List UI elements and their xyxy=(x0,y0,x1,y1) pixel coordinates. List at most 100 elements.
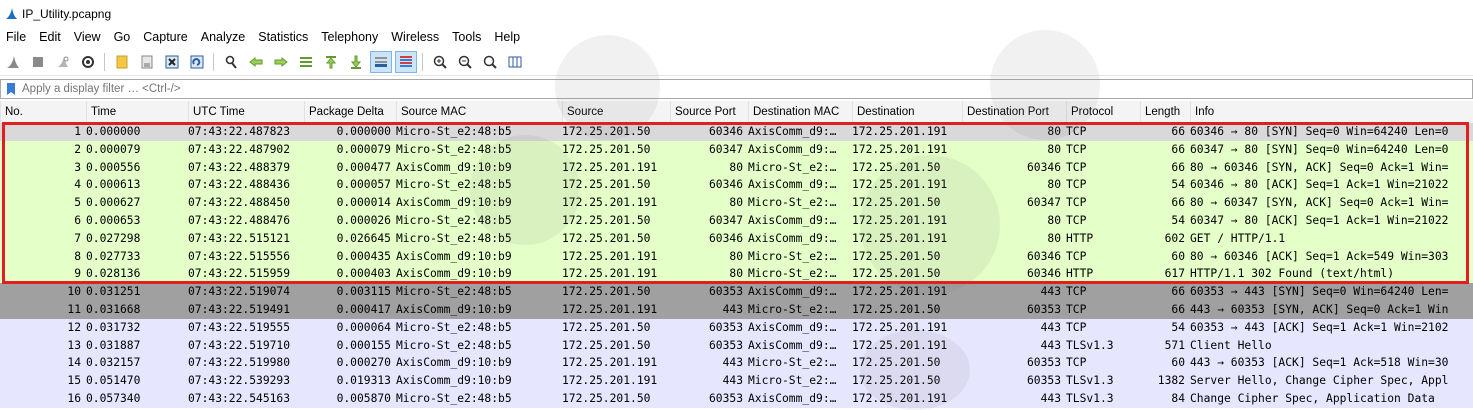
packet-cell-sport: 60346 xyxy=(708,178,743,192)
packet-cell-smac: Micro-St_e2:48:b5 xyxy=(396,320,512,334)
column-header-info[interactable]: Info xyxy=(1190,101,1473,123)
packet-row[interactable]: 14 0.032157 07:43:22.519980 0.000270 AxisCom… xyxy=(0,354,1473,373)
packet-cell-dport: 443 xyxy=(1040,338,1061,352)
column-header-destination[interactable]: Destination xyxy=(852,101,962,123)
packet-cell-dport: 60347 xyxy=(1026,196,1061,210)
packet-cell-smac: AxisComm_d9:10:b9 xyxy=(396,196,512,210)
go-back-icon[interactable] xyxy=(246,52,266,72)
menu-analyze[interactable]: Analyze xyxy=(195,27,252,48)
packet-cell-dst: 172.25.201.50 xyxy=(852,160,941,174)
open-file-icon[interactable] xyxy=(112,52,132,72)
menu-tools[interactable]: Tools xyxy=(446,27,488,48)
packet-cell-info: 443 → 60353 [SYN, ACK] Seq=0 Ack=1 Win xyxy=(1190,303,1449,316)
display-filter-input[interactable] xyxy=(22,83,1422,95)
column-header-source-port[interactable]: Source Port xyxy=(670,101,748,123)
menu-go[interactable]: Go xyxy=(108,27,138,48)
go-forward-icon[interactable] xyxy=(271,52,291,72)
menu-help[interactable]: Help xyxy=(488,27,527,48)
bookmark-icon[interactable] xyxy=(4,82,18,96)
packet-row[interactable]: 12 0.031732 07:43:22.519555 0.000064 Micro-S… xyxy=(0,318,1473,337)
packet-row[interactable]: 4 0.000613 07:43:22.488436 0.000057 Micro-St… xyxy=(0,176,1473,195)
packet-cell-time: 0.031668 xyxy=(86,303,141,316)
close-file-icon[interactable] xyxy=(162,52,182,72)
packet-cell-len: 84 xyxy=(1171,392,1185,405)
column-header-source-mac[interactable]: Source MAC xyxy=(396,101,562,123)
packet-cell-no: 4 xyxy=(74,178,81,192)
packet-cell-info: Change Cipher Spec, Application Data xyxy=(1190,392,1435,405)
packet-cell-smac: Micro-St_e2:48:b5 xyxy=(396,214,512,227)
packet-row[interactable]: 2 0.000079 07:43:22.487902 0.000079 Micro-St… xyxy=(0,140,1473,159)
packet-row[interactable]: 15 0.051470 07:43:22.539293 0.019313 AxisCom… xyxy=(0,372,1473,390)
packet-row[interactable]: 16 0.057340 07:43:22.545163 0.005870 Micro-S… xyxy=(0,390,1473,408)
zoom-normal-icon[interactable] xyxy=(480,52,500,72)
packet-cell-no: 14 xyxy=(67,356,81,370)
packet-cell-smac: Micro-St_e2:48:b5 xyxy=(396,178,512,192)
packet-cell-src: 172.25.201.191 xyxy=(562,267,658,281)
packet-cell-info: Client Hello xyxy=(1190,338,1272,352)
capture-options-icon[interactable] xyxy=(78,52,98,72)
column-header-package-delta[interactable]: Package Delta xyxy=(304,101,396,123)
packet-row[interactable]: 7 0.027298 07:43:22.515121 0.026645 Micro-St… xyxy=(0,229,1473,248)
packet-cell-proto: TCP xyxy=(1066,303,1087,316)
menu-capture[interactable]: Capture xyxy=(137,27,194,48)
menu-file[interactable]: File xyxy=(0,27,33,48)
go-last-icon[interactable] xyxy=(346,52,366,72)
column-header-time[interactable]: Time xyxy=(86,101,188,123)
save-file-icon[interactable] xyxy=(137,52,157,72)
packet-cell-dport: 80 xyxy=(1047,214,1061,227)
packet-cell-dmac: Micro-St_e2:… xyxy=(748,196,837,210)
packet-cell-delta: 0.005870 xyxy=(336,392,391,405)
column-header-destination-mac[interactable]: Destination MAC xyxy=(748,101,852,123)
packet-row[interactable]: 6 0.000653 07:43:22.488476 0.000026 Micro-St… xyxy=(0,212,1473,230)
packet-row[interactable]: 9 0.028136 07:43:22.515959 0.000403 AxisComm… xyxy=(0,265,1473,284)
find-packet-icon[interactable] xyxy=(221,52,241,72)
packet-cell-dport: 80 xyxy=(1047,231,1061,245)
packet-row[interactable]: 3 0.000556 07:43:22.488379 0.000477 AxisComm… xyxy=(0,158,1473,177)
packet-cell-src: 172.25.201.191 xyxy=(562,303,658,316)
packet-cell-dport: 443 xyxy=(1040,392,1061,405)
go-first-icon[interactable] xyxy=(321,52,341,72)
packet-cell-dst: 172.25.201.191 xyxy=(852,142,948,156)
packet-cell-dmac: AxisComm_d9:… xyxy=(748,338,837,352)
menu-edit[interactable]: Edit xyxy=(33,27,68,48)
packet-cell-delta: 0.000079 xyxy=(336,142,391,156)
packet-row[interactable]: 10 0.031251 07:43:22.519074 0.003115 Micro-S… xyxy=(0,283,1473,301)
packet-row[interactable]: 1 0.000000 07:43:22.487823 0.000000 Micro-St… xyxy=(0,123,1473,141)
packet-cell-delta: 0.000026 xyxy=(336,214,391,227)
zoom-out-icon[interactable] xyxy=(455,52,475,72)
column-header-destination-port[interactable]: Destination Port xyxy=(962,101,1066,123)
packet-cell-proto: TLSv1.3 xyxy=(1066,392,1114,405)
packet-cell-no: 13 xyxy=(67,338,81,352)
column-header-no[interactable]: No. xyxy=(0,101,86,123)
column-header-protocol[interactable]: Protocol xyxy=(1066,101,1140,123)
packet-row[interactable]: 11 0.031668 07:43:22.519491 0.000417 AxisCom… xyxy=(0,301,1473,319)
packet-cell-len: 617 xyxy=(1164,267,1185,281)
packet-row[interactable]: 13 0.031887 07:43:22.519710 0.000155 Micro-S… xyxy=(0,336,1473,355)
stop-icon[interactable] xyxy=(28,52,48,72)
restart-icon[interactable] xyxy=(53,52,73,72)
toolbar-separator xyxy=(213,52,214,71)
autoscroll-icon[interactable] xyxy=(369,50,392,73)
menu-view[interactable]: View xyxy=(68,27,108,48)
packet-cell-delta: 0.026645 xyxy=(336,231,391,245)
column-header-utc-time[interactable]: UTC Time xyxy=(188,101,304,123)
shark-fin-start-icon[interactable] xyxy=(3,52,23,72)
menu-wireless[interactable]: Wireless xyxy=(385,27,446,48)
menu-telephony[interactable]: Telephony xyxy=(315,27,385,48)
go-to-packet-icon[interactable] xyxy=(296,52,316,72)
zoom-in-icon[interactable] xyxy=(430,52,450,72)
column-header-length[interactable]: Length xyxy=(1140,101,1190,123)
column-header-source[interactable]: Source xyxy=(562,101,670,123)
packet-cell-dmac: AxisComm_d9:… xyxy=(748,392,837,405)
packet-cell-dmac: Micro-St_e2:… xyxy=(748,356,837,370)
colorize-icon[interactable] xyxy=(394,50,417,73)
menu-statistics[interactable]: Statistics xyxy=(252,27,315,48)
packet-cell-dst: 172.25.201.191 xyxy=(852,125,948,138)
reload-file-icon[interactable] xyxy=(187,52,207,72)
resize-columns-icon[interactable] xyxy=(505,52,525,72)
packet-cell-smac: AxisComm_d9:10:b9 xyxy=(396,267,512,281)
packet-cell-utc: 07:43:22.515556 xyxy=(188,249,291,263)
packet-row[interactable]: 8 0.027733 07:43:22.515556 0.000435 AxisComm… xyxy=(0,247,1473,266)
packet-list-header: No. Time UTC Time Package Delta Source MAC So… xyxy=(0,101,1473,124)
packet-row[interactable]: 5 0.000627 07:43:22.488450 0.000014 AxisComm… xyxy=(0,194,1473,212)
